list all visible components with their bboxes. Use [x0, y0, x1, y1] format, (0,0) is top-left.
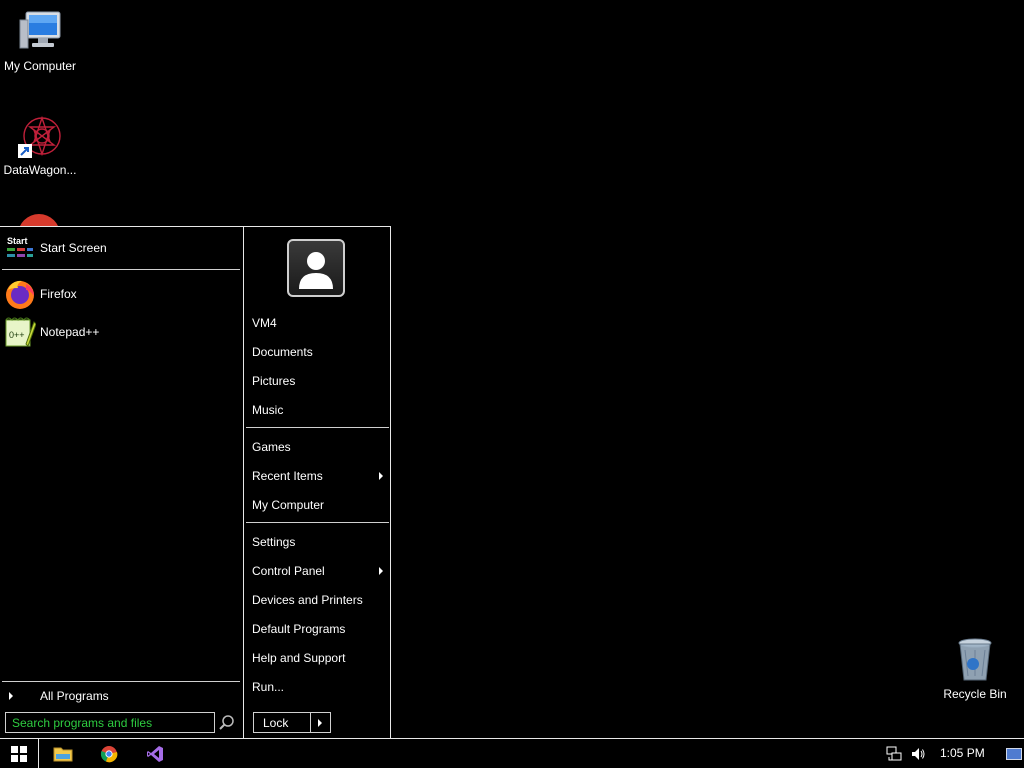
place-label: Default Programs	[252, 622, 346, 636]
svg-text:0++: 0++	[9, 330, 25, 340]
start-menu: Start Start Screen Firefox 0++ Notepad++…	[0, 226, 391, 738]
partially-hidden-desktop-icon	[18, 214, 60, 226]
all-programs-label: All Programs	[40, 689, 109, 703]
clock[interactable]: 1:05 PM	[940, 746, 985, 760]
place-label: Devices and Printers	[252, 593, 363, 607]
desktop-icon-label: Recycle Bin	[943, 687, 1007, 701]
all-programs-button[interactable]: All Programs	[2, 687, 240, 705]
show-desktop-icon[interactable]	[1004, 739, 1024, 768]
place-label: Control Panel	[252, 564, 325, 578]
start-button[interactable]	[0, 739, 39, 768]
place-item-pictures[interactable]: Pictures	[252, 370, 386, 392]
recycle-bin-icon	[951, 636, 999, 684]
separator	[246, 427, 389, 428]
place-item-games[interactable]: Games	[252, 436, 386, 458]
place-label: My Computer	[252, 498, 325, 512]
place-item-settings[interactable]: Settings	[252, 531, 386, 553]
place-label: Run...	[252, 680, 285, 694]
place-label: VM4	[252, 316, 277, 330]
datawagon-shortcut-icon	[16, 112, 64, 160]
place-item-recent-items[interactable]: Recent Items	[252, 465, 386, 487]
start-menu-places-pane: VM4 Documents Pictures Music Games Recen…	[245, 227, 390, 738]
file-explorer-icon	[53, 747, 73, 761]
search-icon[interactable]	[218, 714, 236, 732]
chevron-right-icon	[318, 719, 322, 727]
user-icon	[299, 252, 333, 289]
place-label: Help and Support	[252, 651, 346, 665]
search-input[interactable]	[5, 712, 215, 733]
program-label: Firefox	[40, 287, 77, 301]
separator	[246, 522, 389, 523]
place-item-control-panel[interactable]: Control Panel	[252, 560, 386, 582]
desktop-icon-datawagon[interactable]: DataWagon...	[0, 112, 80, 177]
program-label: Notepad++	[40, 325, 100, 339]
chevron-right-icon	[379, 472, 383, 480]
taskbar-chrome[interactable]	[94, 739, 124, 768]
place-item-music[interactable]: Music	[252, 399, 386, 421]
program-item-notepad-plus-plus[interactable]: 0++ Notepad++	[4, 315, 240, 349]
chevron-right-icon	[379, 567, 383, 575]
taskbar-file-explorer[interactable]	[48, 739, 78, 768]
start-screen-icon: Start	[4, 232, 36, 264]
lock-button[interactable]: Lock	[253, 712, 311, 733]
my-computer-icon	[16, 8, 64, 56]
shutdown-options-button[interactable]	[310, 712, 331, 733]
place-label: Recent Items	[252, 469, 323, 483]
windows-logo-icon	[11, 745, 27, 762]
separator	[2, 269, 240, 270]
place-item-documents[interactable]: Documents	[252, 341, 386, 363]
desktop-icon-recycle-bin[interactable]: Recycle Bin	[935, 636, 1015, 701]
user-avatar[interactable]	[287, 239, 345, 297]
place-label: Games	[252, 440, 291, 454]
notepad-plus-plus-icon: 0++	[4, 316, 37, 348]
place-label: Pictures	[252, 374, 296, 388]
place-item-my-computer[interactable]: My Computer	[252, 494, 386, 516]
start-menu-programs-pane: Start Start Screen Firefox 0++ Notepad++…	[0, 227, 244, 738]
separator	[2, 681, 240, 682]
start-screen-item[interactable]: Start Start Screen	[4, 231, 240, 265]
network-icon[interactable]	[884, 739, 904, 768]
place-item-help-and-support[interactable]: Help and Support	[252, 647, 386, 669]
place-label: Documents	[252, 345, 313, 359]
start-screen-label: Start Screen	[40, 241, 107, 255]
place-label: Settings	[252, 535, 296, 549]
place-item-devices-and-printers[interactable]: Devices and Printers	[252, 589, 386, 611]
place-item-vm4[interactable]: VM4	[252, 312, 386, 334]
program-item-firefox[interactable]: Firefox	[4, 277, 240, 311]
chevron-right-icon	[9, 692, 13, 700]
desktop-icon-label: DataWagon...	[3, 163, 77, 177]
visual-studio-icon	[147, 745, 163, 762]
desktop-icon-label: My Computer	[3, 59, 77, 73]
place-item-run[interactable]: Run...	[252, 676, 386, 698]
taskbar: 1:05 PM	[0, 738, 1024, 768]
chrome-icon	[100, 745, 118, 762]
place-item-default-programs[interactable]: Default Programs	[252, 618, 386, 640]
firefox-icon	[4, 278, 36, 310]
volume-icon[interactable]	[908, 739, 928, 768]
place-label: Music	[252, 403, 284, 417]
desktop-icon-my-computer[interactable]: My Computer	[0, 8, 80, 73]
taskbar-visual-studio[interactable]	[140, 739, 170, 768]
